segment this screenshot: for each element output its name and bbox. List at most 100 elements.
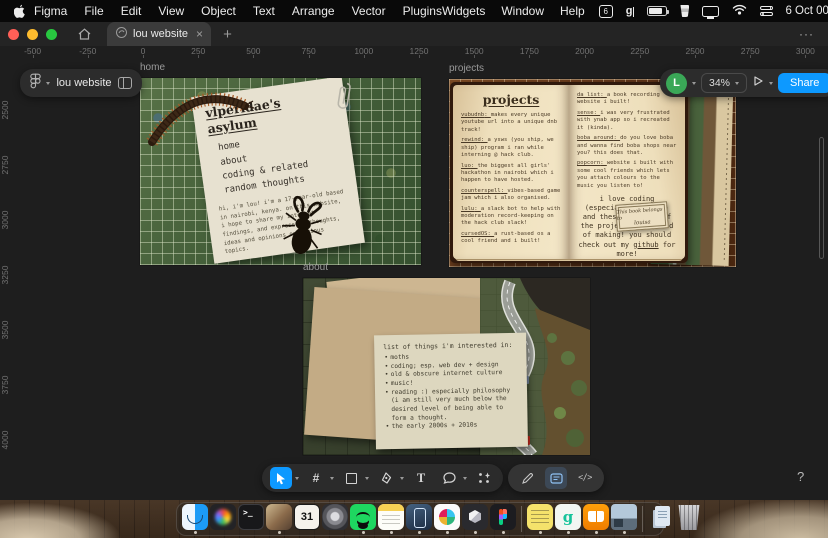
vertical-scrollbar[interactable] [819,137,824,259]
ruler-tick-label: 1000 [349,46,379,56]
launchpad-icon[interactable] [210,504,236,534]
draw-tool-button[interactable] [516,467,538,489]
ruler-tick-label: 2000 [570,46,600,56]
actions-button[interactable] [473,467,495,489]
avatar[interactable]: L [666,73,687,94]
project-entry: da lista book recording website i built! [577,92,677,107]
ruler-tick-label: 3000 [0,205,10,235]
cube-app-icon[interactable] [462,504,488,534]
ruler-tick-label: 250 [183,46,213,56]
chevron-down-icon[interactable] [692,82,696,85]
stag-beetle-illustration [270,191,334,262]
new-tab-button[interactable]: + [223,26,232,43]
settings-icon[interactable] [322,504,348,534]
close-window-button[interactable] [8,29,19,40]
text-tool-button[interactable]: T [410,467,432,489]
menu-item[interactable]: Widgets [442,4,485,18]
dev-mode-code-button[interactable]: </> [574,467,596,489]
comment-tool-button[interactable] [438,467,460,489]
spotify-icon[interactable] [350,504,376,534]
menu-item[interactable]: Vector [352,4,386,18]
chevron-down-icon[interactable] [330,477,334,480]
menu-item[interactable]: Edit [121,4,142,18]
overflow-menu-icon[interactable]: ··· [799,27,814,41]
shape-tool-button[interactable] [340,467,362,489]
file-toolbar[interactable]: lou website [20,69,142,97]
game-icon[interactable] [266,504,292,534]
present-button[interactable] [752,74,764,92]
ruler-tick-label: 1500 [459,46,489,56]
toggle-sidebar-icon[interactable] [118,77,132,89]
menu-item[interactable]: Help [560,4,585,18]
menu-item[interactable]: Plugins [403,4,442,18]
projects-title: projects [461,92,561,107]
zoom-level-control[interactable]: 34% [701,73,747,93]
battery-icon[interactable] [647,6,667,16]
menu-bar: Figma File Edit View Object Text Arrange Vector… [0,0,828,22]
menu-item[interactable]: View [158,4,184,18]
menu-bar-clock[interactable]: 6 Oct 00:26 [785,5,828,17]
glass-widget-icon[interactable] [680,5,689,17]
chevron-down-icon[interactable] [365,477,369,480]
slack-icon[interactable] [434,504,460,534]
display-icon[interactable] [702,6,719,17]
interest-item: reading :) especially philosophy (i am s… [384,387,519,424]
dock-separator[interactable] [518,506,525,532]
chevron-down-icon[interactable] [769,82,773,85]
terminal-icon[interactable] [238,504,264,534]
frame-about[interactable]: list of things i'm interested in: mothsc… [303,278,590,455]
figma-icon[interactable] [490,504,516,534]
chevron-down-icon [46,82,50,85]
trash-icon[interactable] [676,504,702,534]
finder-icon[interactable] [182,504,208,534]
grammarly-menu-icon[interactable]: g [626,5,635,17]
frame-tool-button[interactable]: # [305,467,327,489]
frame-home[interactable]: vlperidae's asylum homeaboutcoding & rel… [140,78,421,265]
canvas[interactable]: -500-25002505007501000125015001750200022… [0,46,828,500]
chevron-down-icon[interactable] [400,477,404,480]
horizontal-ruler: -500-25002505007501000125015001750200022… [0,46,828,57]
move-tool-button[interactable] [270,467,292,489]
tab-lou-website[interactable]: lou website × [107,22,211,46]
files-icon[interactable] [648,504,674,534]
control-center-icon[interactable] [760,6,773,16]
wifi-icon[interactable] [732,4,747,18]
apple-menu-icon[interactable] [14,4,26,18]
ruler-tick-label: 2750 [735,46,765,56]
books-icon[interactable] [583,504,609,534]
tab-title: lou website [133,28,188,40]
chevron-down-icon[interactable] [463,477,467,480]
window-thumbnail-icon[interactable] [611,504,637,534]
minimize-window-button[interactable] [27,29,38,40]
frame-label-home[interactable]: home [140,62,165,73]
calendar-icon[interactable] [294,504,320,534]
home-button[interactable] [71,24,97,44]
frame-label-projects[interactable]: projects [449,63,484,74]
menu-item[interactable]: Text [253,4,275,18]
fullscreen-window-button[interactable] [46,29,57,40]
stickies-icon[interactable] [527,504,553,534]
notes-icon[interactable] [378,504,404,534]
menu-item[interactable]: Window [501,4,544,18]
frame-projects[interactable]: projects vubudnbmakes every unique youtu… [449,79,736,267]
grammarly-icon[interactable] [555,504,581,534]
ruler-tick-label: 750 [294,46,324,56]
calendar-widget-icon[interactable]: 6 [599,5,613,18]
iphone-mirroring-icon[interactable] [406,504,432,534]
figma-desktop-app: Figma File Edit View Object Text Arrange Vector… [0,0,828,538]
menu-item[interactable]: Object [201,4,236,18]
help-button[interactable]: ? [797,469,804,484]
menu-item[interactable]: Figma [34,4,67,18]
dev-board-button[interactable] [545,467,567,489]
frame-label-about[interactable]: about [303,262,328,273]
ruler-tick-label: 2500 [680,46,710,56]
menu-item[interactable]: Arrange [292,4,335,18]
github-link: github [633,241,658,249]
ruler-tick-label: 3750 [0,370,10,400]
dock-separator[interactable] [639,506,646,532]
chevron-down-icon[interactable] [295,477,299,480]
menu-item[interactable]: File [84,4,103,18]
close-tab-icon[interactable]: × [196,27,203,41]
pen-tool-button[interactable] [375,467,397,489]
share-button[interactable]: Share [778,73,828,93]
